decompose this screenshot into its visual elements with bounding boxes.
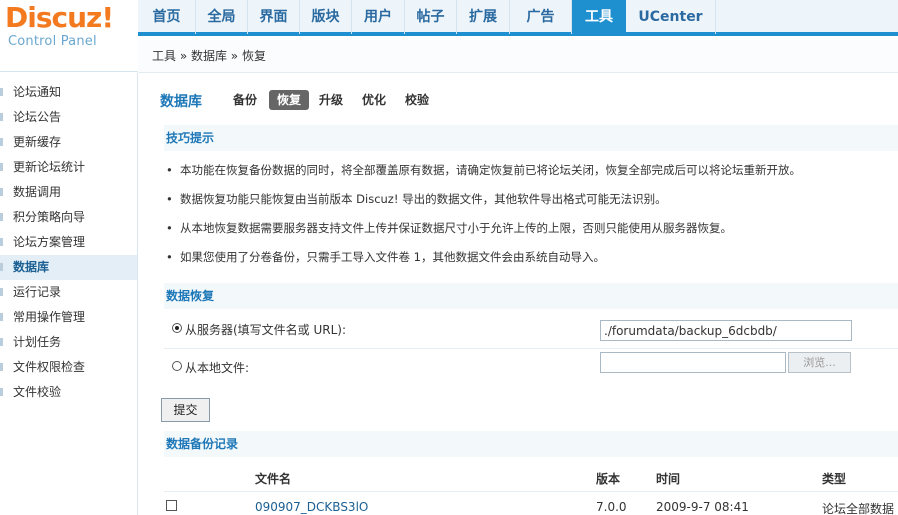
- tips-heading: 技巧提示: [164, 125, 898, 151]
- restore-from-server-radio[interactable]: [172, 323, 182, 333]
- nav-posts[interactable]: 帖子: [405, 0, 457, 34]
- sidebar-item-data-call[interactable]: 数据调用: [0, 180, 137, 205]
- restore-from-local-label: 从本地文件:: [185, 361, 250, 375]
- sidebar: 论坛通知 论坛公告 更新缓存 更新论坛统计 数据调用 积分策略向导 论坛方案管理…: [0, 73, 138, 515]
- sidebar-item-database[interactable]: 数据库: [0, 255, 137, 280]
- top-nav: 首页 全局 界面 版块 用户 帖子 扩展 广告 工具 UCenter: [138, 0, 898, 36]
- sidebar-item-credit-wizard[interactable]: 积分策略向导: [0, 205, 137, 230]
- nav-global[interactable]: 全局: [196, 0, 248, 34]
- backup-type: 论坛全部数据: [822, 502, 895, 515]
- nav-users[interactable]: 用户: [352, 0, 405, 34]
- server-file-input[interactable]: [600, 320, 852, 341]
- tab-verify[interactable]: 校验: [401, 90, 433, 110]
- restore-heading: 数据恢复: [164, 283, 898, 309]
- tab-optimize[interactable]: 优化: [358, 90, 390, 110]
- breadcrumb: 工具 » 数据库 » 恢复: [138, 40, 898, 73]
- tip-item: 如果您使用了分卷备份，只需手工导入文件卷 1，其他数据文件会由系统自动导入。: [166, 249, 605, 265]
- col-filename: 文件名: [255, 472, 292, 486]
- sidebar-item-cron[interactable]: 计划任务: [0, 330, 137, 355]
- submit-button[interactable]: 提交: [161, 398, 210, 422]
- records-heading: 数据备份记录: [164, 431, 898, 457]
- nav-extensions[interactable]: 扩展: [457, 0, 510, 34]
- backup-file-link[interactable]: 090907_DCKBS3lO: [255, 500, 368, 514]
- col-time: 时间: [656, 472, 681, 486]
- restore-from-server-label: 从服务器(填写文件名或 URL):: [185, 323, 347, 337]
- row-divider: [164, 491, 898, 492]
- logo: Discuz! Control Panel: [0, 0, 138, 72]
- sidebar-item-file-perms[interactable]: 文件权限检查: [0, 355, 137, 380]
- local-file-input[interactable]: [600, 352, 786, 373]
- sidebar-item-announcements[interactable]: 论坛公告: [0, 105, 137, 130]
- tab-restore[interactable]: 恢复: [269, 90, 309, 110]
- tip-item: 本功能在恢复备份数据的同时，将全部覆盖原有数据，请确定恢复前已将论坛关闭，恢复全…: [166, 162, 801, 178]
- tab-backup[interactable]: 备份: [230, 90, 260, 110]
- nav-home[interactable]: 首页: [138, 0, 196, 34]
- nav-tools[interactable]: 工具: [572, 0, 626, 34]
- nav-ucenter[interactable]: UCenter: [626, 0, 716, 34]
- backup-time: 2009-9-7 08:41: [656, 500, 749, 514]
- backup-version: 7.0.0: [596, 500, 627, 514]
- row-select-checkbox[interactable]: [166, 500, 177, 511]
- sidebar-item-file-verify[interactable]: 文件校验: [0, 380, 137, 405]
- sidebar-item-notice[interactable]: 论坛通知: [0, 80, 137, 105]
- sidebar-item-forum-plans[interactable]: 论坛方案管理: [0, 230, 137, 255]
- page-title: 数据库: [160, 94, 202, 110]
- sidebar-item-update-stats[interactable]: 更新论坛统计: [0, 155, 137, 180]
- nav-interface[interactable]: 界面: [248, 0, 300, 34]
- tab-upgrade[interactable]: 升级: [315, 90, 347, 110]
- tip-item: 从本地恢复数据需要服务器支持文件上传并保证数据尺寸小于允许上传的上限，否则只能使…: [166, 220, 732, 236]
- col-type: 类型: [822, 472, 847, 486]
- restore-from-local-radio[interactable]: [172, 361, 182, 371]
- main-content: 数据库 备份 恢复 升级 优化 校验 技巧提示 本功能在恢复备份数据的同时，将全…: [138, 73, 898, 515]
- browse-button[interactable]: 浏览...: [788, 352, 851, 373]
- row-divider: [164, 348, 898, 349]
- sidebar-item-common-ops[interactable]: 常用操作管理: [0, 305, 137, 330]
- tip-item: 数据恢复功能只能恢复由当前版本 Discuz! 导出的数据文件，其他软件导出格式…: [166, 191, 667, 207]
- logo-subtitle: Control Panel: [8, 34, 97, 49]
- nav-forums[interactable]: 版块: [300, 0, 352, 34]
- sidebar-item-update-cache[interactable]: 更新缓存: [0, 130, 137, 155]
- col-version: 版本: [596, 472, 621, 486]
- nav-ads[interactable]: 广告: [510, 0, 572, 34]
- logo-brand: Discuz!: [5, 1, 114, 34]
- sidebar-item-run-log[interactable]: 运行记录: [0, 280, 137, 305]
